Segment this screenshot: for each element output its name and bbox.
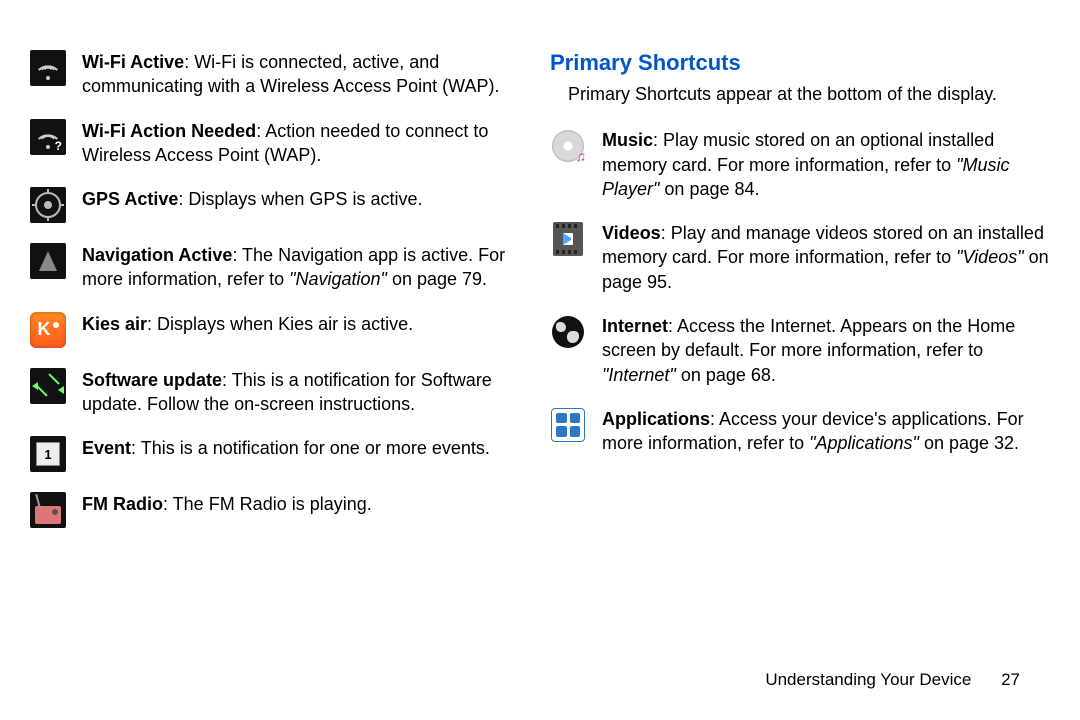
entry-title: Internet [602, 316, 668, 336]
entry-navigation: Navigation Active: The Navigation app is… [30, 243, 530, 292]
entry-title: Kies air [82, 314, 147, 334]
entry-fm-radio: FM Radio: The FM Radio is playing. [30, 492, 530, 528]
entry-text: Music: Play music stored on an optional … [602, 128, 1050, 201]
entry-wifi-action: ? Wi-Fi Action Needed: Action needed to … [30, 119, 530, 168]
page-footer: Understanding Your Device 27 [765, 670, 1020, 690]
footer-page-number: 27 [1001, 670, 1020, 689]
entry-desc: : Displays when Kies air is active. [147, 314, 413, 334]
entry-text: Wi-Fi Action Needed: Action needed to co… [82, 119, 530, 168]
entry-desc-post: on page 68. [676, 365, 776, 385]
footer-section: Understanding Your Device [765, 670, 971, 689]
software-update-icon [30, 368, 66, 404]
entry-kies: K Kies air: Displays when Kies air is ac… [30, 312, 530, 348]
entry-event: 1 Event: This is a notification for one … [30, 436, 530, 472]
entry-text: Videos: Play and manage videos stored on… [602, 221, 1050, 294]
entry-text: Internet: Access the Internet. Appears o… [602, 314, 1050, 387]
entry-text: Kies air: Displays when Kies air is acti… [82, 312, 530, 336]
entry-ref: "Internet" [602, 365, 676, 385]
entry-desc-post: on page 79. [387, 269, 487, 289]
navigation-icon [30, 243, 66, 279]
entry-title: Software update [82, 370, 222, 390]
entry-desc-post: on page 84. [659, 179, 759, 199]
entry-applications: Applications: Access your device's appli… [550, 407, 1050, 456]
gps-icon [30, 187, 66, 223]
entry-internet: Internet: Access the Internet. Appears o… [550, 314, 1050, 387]
entry-music: ♫ Music: Play music stored on an optiona… [550, 128, 1050, 201]
page-body: Wi-Fi Active: Wi-Fi is connected, active… [0, 0, 1080, 548]
entry-ref: "Navigation" [289, 269, 387, 289]
entry-text: FM Radio: The FM Radio is playing. [82, 492, 530, 516]
entry-title: FM Radio [82, 494, 163, 514]
wifi-action-icon: ? [30, 119, 66, 155]
section-heading: Primary Shortcuts [550, 50, 1050, 76]
entry-title: Applications [602, 409, 710, 429]
event-icon: 1 [30, 436, 66, 472]
entry-desc-post: on page 32. [919, 433, 1019, 453]
entry-desc: : The FM Radio is playing. [163, 494, 372, 514]
entry-software-update: Software update: This is a notification … [30, 368, 530, 417]
applications-icon [550, 407, 586, 443]
entry-videos: Videos: Play and manage videos stored on… [550, 221, 1050, 294]
internet-icon [550, 314, 586, 350]
videos-icon [550, 221, 586, 257]
music-icon: ♫ [550, 128, 586, 164]
entry-title: Event [82, 438, 131, 458]
entry-title: Navigation Active [82, 245, 232, 265]
entry-title: Music [602, 130, 653, 150]
entry-desc-pre: : Play music stored on an optional insta… [602, 130, 994, 174]
entry-desc: : Displays when GPS is active. [178, 189, 422, 209]
entry-text: Wi-Fi Active: Wi-Fi is connected, active… [82, 50, 530, 99]
right-column: Primary Shortcuts Primary Shortcuts appe… [550, 50, 1050, 548]
entry-wifi-active: Wi-Fi Active: Wi-Fi is connected, active… [30, 50, 530, 99]
entry-text: Event: This is a notification for one or… [82, 436, 530, 460]
entry-desc: : This is a notification for one or more… [131, 438, 490, 458]
entry-title: GPS Active [82, 189, 178, 209]
entry-title: Wi-Fi Active [82, 52, 184, 72]
fm-radio-icon [30, 492, 66, 528]
section-subtitle: Primary Shortcuts appear at the bottom o… [550, 82, 1050, 106]
entry-text: Software update: This is a notification … [82, 368, 530, 417]
entry-title: Videos [602, 223, 661, 243]
entry-text: Navigation Active: The Navigation app is… [82, 243, 530, 292]
entry-ref: "Videos" [956, 247, 1024, 267]
entry-gps: GPS Active: Displays when GPS is active. [30, 187, 530, 223]
entry-text: GPS Active: Displays when GPS is active. [82, 187, 530, 211]
kies-air-icon: K [30, 312, 66, 348]
left-column: Wi-Fi Active: Wi-Fi is connected, active… [30, 50, 530, 548]
entry-ref: "Applications" [809, 433, 919, 453]
entry-text: Applications: Access your device's appli… [602, 407, 1050, 456]
entry-title: Wi-Fi Action Needed [82, 121, 256, 141]
wifi-active-icon [30, 50, 66, 86]
